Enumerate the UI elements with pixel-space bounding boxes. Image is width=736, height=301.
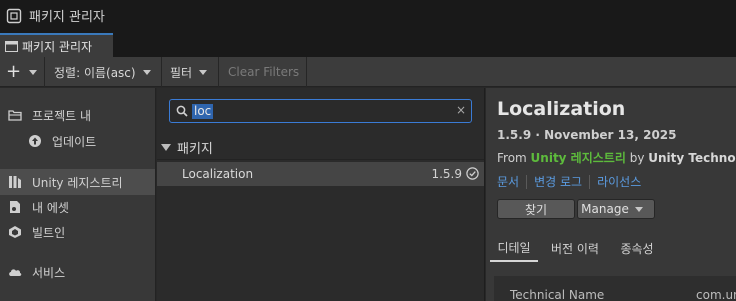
by-label: by (625, 151, 649, 165)
sidebar-item-label: 프로젝트 내 (32, 108, 92, 123)
tab-strip: 패키지 관리자 (0, 31, 736, 57)
tab-label: 종속성 (620, 241, 654, 256)
sidebar-item-built-in[interactable]: 빌트인 (0, 219, 155, 245)
sidebar-item-label: 빌트인 (32, 225, 66, 240)
installed-check-icon (466, 167, 479, 180)
expand-triangle-icon (161, 144, 171, 151)
package-list-panel: loc × 패키지 Localization 1.5.9 (157, 88, 485, 301)
find-button[interactable]: 찾기 (497, 199, 575, 219)
package-source-line: From Unity 레지스트리 by Unity Technologies (497, 149, 736, 166)
clear-filters-button[interactable]: Clear Filters (219, 57, 307, 87)
clear-search-icon[interactable]: × (456, 103, 466, 117)
tab-package-manager[interactable]: 패키지 관리자 (0, 33, 113, 57)
link-separator (589, 174, 591, 189)
sidebar-item-unity-registry[interactable]: Unity 레지스트리 (0, 169, 155, 195)
registry-link[interactable]: Unity 레지스트리 (531, 151, 626, 165)
clear-filters-label: Clear Filters (228, 65, 300, 79)
sort-dropdown[interactable]: 정렬: 이름(asc) (45, 57, 162, 87)
unity-builtin-icon (9, 226, 21, 238)
sidebar-item-label: Unity 레지스트리 (32, 175, 123, 190)
package-links: 문서 변경 로그 라이선스 (497, 173, 641, 190)
filter-dropdown[interactable]: 필터 (162, 57, 219, 87)
link-separator (526, 174, 528, 189)
author-name: Unity Technologies (648, 151, 736, 165)
technical-name-value: com.unity.localization (696, 288, 736, 301)
folder-icon (8, 110, 22, 121)
chevron-down-icon (199, 69, 208, 75)
sidebar-item-my-assets[interactable]: 내 에셋 (0, 194, 155, 220)
manage-dropdown-button[interactable]: Manage (577, 199, 655, 219)
chevron-down-icon (634, 206, 643, 212)
tab-label: 패키지 관리자 (22, 39, 93, 54)
sidebar-item-in-project[interactable]: 프로젝트 내 (0, 102, 155, 128)
cloud-icon (9, 269, 22, 276)
package-name: Localization (182, 167, 254, 181)
tab-label: 디테일 (497, 240, 531, 255)
sort-label: 정렬: 이름(asc) (54, 65, 136, 80)
documentation-link[interactable]: 문서 (497, 173, 519, 190)
chevron-down-icon (29, 69, 38, 75)
manage-button-label: Manage (581, 202, 629, 216)
update-arrow-icon (29, 135, 41, 147)
sidebar-item-updates[interactable]: 업데이트 (0, 128, 155, 154)
toolbar: + 정렬: 이름(asc) 필터 Clear Filters (0, 57, 736, 87)
changelog-link[interactable]: 변경 로그 (534, 173, 582, 190)
sidebar-item-label: 내 에셋 (32, 200, 69, 215)
tab-dependencies[interactable]: 종속성 (612, 234, 662, 262)
unity-registry-icon (9, 176, 21, 188)
tab-version-history[interactable]: 버전 이력 (544, 234, 606, 262)
package-group-label: 패키지 (177, 142, 213, 157)
window-title: 패키지 관리자 (29, 10, 105, 25)
package-version: 1.5.9 (431, 167, 462, 181)
details-content: Technical Name com.unity.localization (494, 276, 736, 301)
tab-label: 버전 이력 (551, 241, 599, 256)
package-details-panel: Localization 1.5.9 · November 13, 2025 F… (486, 88, 736, 301)
sidebar-item-label: 서비스 (32, 265, 66, 280)
sidebar-item-label: 업데이트 (52, 134, 97, 149)
license-link[interactable]: 라이선스 (597, 173, 641, 190)
plus-icon: + (6, 61, 22, 82)
unity-logo-icon (6, 8, 22, 23)
package-icon (5, 40, 18, 52)
tab-details[interactable]: 디테일 (490, 234, 538, 262)
search-query: loc (192, 104, 214, 119)
package-row-localization[interactable]: Localization 1.5.9 (157, 162, 484, 186)
chevron-down-icon (142, 69, 151, 75)
package-title: Localization (497, 98, 626, 120)
search-input[interactable]: loc × (169, 99, 472, 123)
my-assets-icon (10, 201, 20, 213)
from-prefix: From (497, 151, 531, 165)
sidebar-item-services[interactable]: 서비스 (0, 259, 155, 285)
add-package-button[interactable]: + (0, 57, 45, 87)
find-button-label: 찾기 (524, 202, 548, 217)
title-bar: 패키지 관리자 (0, 0, 736, 31)
package-group-header[interactable]: 패키지 (157, 136, 484, 160)
technical-name-label: Technical Name (510, 288, 605, 301)
package-version-date: 1.5.9 · November 13, 2025 (497, 128, 677, 142)
filter-label: 필터 (170, 65, 193, 80)
sidebar: 프로젝트 내 업데이트 Unity 레지스트리 내 에셋 빌트인 서비스 (0, 88, 156, 301)
search-icon (176, 105, 188, 117)
details-tabs: 디테일 버전 이력 종속성 (486, 234, 736, 262)
